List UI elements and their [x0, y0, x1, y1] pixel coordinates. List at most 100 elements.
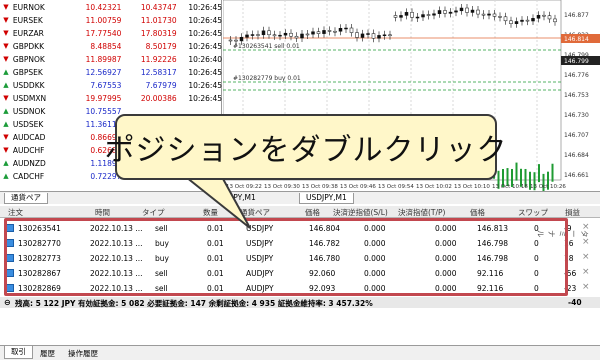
time-axis-label: 13 Oct 10:10	[454, 184, 490, 190]
position-row[interactable]: 130282867 2022.10.13 ... sell 0.01 AUDJPY 92.…	[4, 266, 590, 280]
stop-loss: 0.000	[364, 269, 386, 278]
position-icon	[6, 284, 14, 292]
candle	[283, 32, 288, 36]
sell-order-label: #130263541 sell 0.01	[233, 43, 300, 50]
col-price[interactable]: 価格	[305, 207, 320, 218]
profit: -56	[564, 269, 577, 278]
bid-price: 19.97995	[85, 93, 122, 103]
current-price: 92.116	[477, 269, 504, 278]
open-time: 2022.10.13 ...	[90, 239, 143, 248]
col-swap[interactable]: スワップ	[518, 207, 548, 218]
position-row[interactable]: 130282869 2022.10.13 ... sell 0.01 AUDJPY 92.…	[4, 281, 590, 295]
arrow-down-icon: ▼	[3, 29, 9, 37]
market-watch-row[interactable]: ▼ GBPNOK 11.89987 11.92226 10:26:40	[0, 53, 222, 65]
symbol-label: USDSEK	[12, 119, 44, 129]
candle	[327, 30, 332, 32]
symbol-label: EURSEK	[12, 15, 43, 25]
ticket-id: 130282773	[18, 254, 61, 263]
bid-price: 11.89987	[85, 54, 122, 64]
ask-price: 17.80319	[140, 28, 177, 38]
col-order[interactable]: 注文	[8, 207, 23, 218]
swap: 0	[534, 269, 539, 278]
candle	[289, 32, 293, 37]
col-profit[interactable]: 損益	[565, 207, 580, 218]
swap: 0	[534, 239, 539, 248]
volume: 0.01	[207, 224, 224, 233]
ticket-id: 130282867	[18, 269, 61, 278]
candle	[410, 12, 414, 18]
tab-journal[interactable]: 操作履歴	[68, 348, 98, 359]
open-price: 146.782	[309, 239, 341, 248]
symbol: USDJPY	[246, 254, 274, 263]
market-watch-row[interactable]: ▼ EURZAR 17.77540 17.80319 10:26:45	[0, 27, 222, 39]
market-watch-row[interactable]: ▼ GBPDKK 8.48854 8.50179 10:26:45	[0, 40, 222, 52]
market-watch-row[interactable]: ▲ GBPSEK 12.56927 12.58317 10:26:45	[0, 66, 222, 78]
tab-chart-jpy[interactable]: JPY,M1	[225, 193, 262, 204]
candle	[415, 16, 420, 19]
market-watch-row[interactable]: ▼ EURSEK 11.00759 11.01730 10:26:45	[0, 14, 222, 26]
bid-price: 17.77540	[85, 28, 122, 38]
col-tp[interactable]: 決済指値(T/P)	[398, 207, 445, 218]
arrow-up-icon: ▲	[3, 159, 9, 167]
symbol-label: EURZAR	[12, 28, 44, 38]
time-axis-label: 13 Oct 10:02	[416, 184, 452, 190]
candle	[344, 27, 348, 30]
market-watch-tabs: 通貨ペア	[0, 191, 222, 204]
account-summary-row: ⊖ 残高: 5 122 JPY 有効証拠金: 5 082 必要証拠金: 147 …	[0, 297, 600, 308]
symbol: AUDJPY	[246, 269, 274, 278]
symbol-label: USDDKK	[12, 80, 45, 90]
tab-symbols[interactable]: 通貨ペア	[4, 193, 48, 204]
time-axis-label: 13 Oct 09:30	[264, 184, 300, 190]
open-time: 2022.10.13 ...	[90, 254, 143, 263]
candle	[349, 27, 354, 33]
arrow-up-icon: ▲	[3, 81, 9, 89]
arrow-down-icon: ▼	[3, 146, 9, 154]
close-position-icon[interactable]: ×	[582, 282, 590, 292]
stop-loss: 0.000	[364, 254, 386, 263]
col-sl[interactable]: 決済逆指値(S/L)	[333, 207, 388, 218]
symbol-label: GBPDKK	[12, 41, 44, 51]
symbol-label: USDNOK	[12, 106, 46, 116]
close-position-icon[interactable]: ×	[582, 252, 590, 262]
candle	[256, 34, 260, 36]
tab-history[interactable]: 履歴	[40, 348, 55, 359]
time-axis-label: 13 Oct 09:22	[226, 184, 262, 190]
take-profit: 0.000	[435, 254, 457, 263]
close-position-icon[interactable]: ×	[582, 267, 590, 277]
ask-price: 12.58317	[140, 67, 177, 77]
candle	[239, 37, 244, 42]
symbol: USDJPY	[246, 224, 274, 233]
price-axis-label: 146.877	[564, 12, 589, 19]
ask-price: 7.67979	[145, 80, 177, 90]
market-watch-row[interactable]: ▼ EURNOK 10.42321 10.43747 10:26:45	[0, 1, 222, 13]
tab-chart-usdjpy[interactable]: USDJPY,M1	[299, 193, 354, 204]
trade-table-header: 注文 時間 タイプ 数量 通貨ペア 価格 決済逆指値(S/L) 決済指値(T/P…	[0, 206, 600, 218]
candle	[525, 19, 530, 22]
candle	[294, 35, 299, 39]
position-row[interactable]: 130263541 2022.10.13 ... sell 0.01 USDJPY 146…	[4, 221, 590, 235]
profit: 16	[564, 239, 574, 248]
order-type: sell	[155, 284, 168, 293]
col-volume[interactable]: 数量	[203, 207, 218, 218]
position-row[interactable]: 130282770 2022.10.13 ... buy 0.01 USDJPY 146.…	[4, 236, 590, 250]
candle	[547, 15, 552, 20]
col-time[interactable]: 時間	[95, 207, 110, 218]
col-symbol[interactable]: 通貨ペア	[240, 207, 270, 218]
market-watch-row[interactable]: ▲ USDDKK 7.67553 7.67979 10:26:45	[0, 79, 222, 91]
total-profit: -40	[568, 298, 582, 307]
arrow-down-icon: ▼	[3, 55, 9, 63]
price-axis-label: 146.753	[564, 92, 589, 99]
bid-price: 0.72297	[90, 171, 122, 181]
position-row[interactable]: 130282773 2022.10.13 ... buy 0.01 USDJPY 146.…	[4, 251, 590, 265]
candle	[245, 34, 249, 38]
bid-price: 11.00759	[85, 15, 122, 25]
col-type[interactable]: タイプ	[142, 207, 165, 218]
tab-trade[interactable]: 取引	[4, 346, 33, 359]
symbol-label: AUDCAD	[12, 132, 46, 142]
market-watch-row[interactable]: ▼ USDMXN 19.97995 20.00386 10:26:45	[0, 92, 222, 104]
volume-bar	[551, 163, 554, 182]
candle	[333, 30, 337, 33]
current-price: 92.116	[477, 284, 504, 293]
candle	[553, 18, 557, 23]
col-current-price[interactable]: 価格	[470, 207, 485, 218]
